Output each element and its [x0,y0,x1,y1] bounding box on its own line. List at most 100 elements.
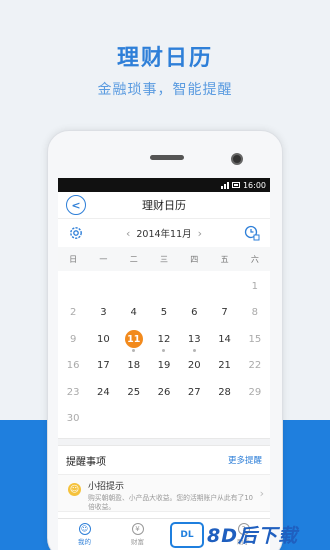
day-number: 19 [157,360,171,372]
nav-bar: < 理财日历 [58,192,270,219]
phone-speaker [150,155,184,160]
calendar-day[interactable]: 1 [240,273,270,300]
day-number: 2 [69,307,77,319]
calendar-day[interactable]: 9 [58,326,88,353]
day-number: 4 [130,307,137,319]
weekday-label: 一 [99,254,108,264]
more-reminders-link[interactable]: 更多提醒 [228,454,262,466]
day-number: 16 [66,360,80,372]
calendar-day-empty [179,273,209,300]
day-number: 17 [97,360,110,372]
day-number: 7 [221,307,228,319]
calendar-day[interactable]: 6 [179,300,209,327]
watermark-logo: DL [170,521,204,548]
day-number: 28 [218,386,231,398]
day-number: 23 [66,386,80,398]
day-number: 18 [127,360,141,372]
reminder-clock-icon[interactable] [244,225,260,241]
calendar-day[interactable]: 29 [240,379,270,406]
event-dot [162,348,166,352]
event-dot [192,348,196,352]
back-button[interactable]: < [66,195,86,215]
calendar-day-empty [209,273,239,300]
settings-gear-icon[interactable] [68,225,84,241]
hero-subtitle: 金融琐事，智能提醒 [97,82,233,98]
calendar-day[interactable]: 22 [240,353,270,380]
tab-1[interactable]: ¥ 财富 [111,519,164,550]
reminders-header: 提醒事项 更多提醒 [58,446,270,474]
calendar-day[interactable]: 12 [149,326,179,353]
day-number: 27 [187,386,201,398]
calendar-day[interactable]: 28 [209,379,239,406]
day-number: 20 [187,360,201,372]
calendar-day[interactable]: 2 [58,300,88,327]
day-number: 15 [248,333,262,345]
calendar-day-empty [88,273,118,300]
calendar-day[interactable]: 21 [209,353,239,380]
tip-title: 小招提示 [88,482,125,492]
day-number: 1 [251,280,259,292]
day-number: 10 [97,333,110,345]
day-number: 30 [66,413,80,425]
day-number: 6 [191,307,198,319]
day-number: 26 [157,386,171,398]
nav-title: 理财日历 [142,199,186,212]
day-number: 25 [127,386,141,398]
day-number: 3 [100,307,107,319]
calendar-day[interactable]: 18 [119,353,149,380]
calendar-day[interactable]: 10 [88,326,118,353]
day-number: 13 [187,333,201,345]
calendar-day[interactable]: 8 [240,300,270,327]
calendar-day[interactable]: 13 [179,326,209,353]
calendar-day[interactable]: 3 [88,300,118,327]
calendar-day[interactable]: 5 [149,300,179,327]
calendar-day[interactable]: 7 [209,300,239,327]
calendar-day[interactable]: 14 [209,326,239,353]
prev-month-button[interactable]: ‹ [126,227,130,240]
calendar-day-today[interactable]: 11 [119,326,149,353]
calendar-day[interactable]: 24 [88,379,118,406]
day-number: 8 [251,307,259,319]
next-month-button[interactable]: › [198,227,202,240]
weekday-header: 日一二三四五六 [58,247,270,271]
calendar-day-empty [149,273,179,300]
phone-camera [231,153,243,165]
tip-card[interactable]: ☺ 小招提示 购买朝朝盈、小产品大收益。您的活期账户从此有了10倍收益。 › [58,474,270,512]
chevron-left-icon: < [71,198,81,212]
yen-icon: ¥ [131,523,144,535]
section-divider [58,438,270,446]
battery-icon [231,182,240,188]
status-time: 16:00 [242,180,266,190]
calendar-day[interactable]: 4 [119,300,149,327]
calendar-day[interactable]: 30 [58,406,88,433]
weekday-label: 六 [250,254,259,264]
tab-label: 我的 [78,538,91,546]
weekday-label: 二 [129,254,138,264]
month-label: 2014年11月 [136,229,192,240]
day-number: 9 [69,333,77,345]
calendar-day[interactable]: 16 [58,353,88,380]
calendar-grid: 1 2 3 4 5 6 7 8 9 10 11 12 13 14 15 16 17 18 19 20 21 22 23 24 2… [58,271,270,432]
calendar-day[interactable]: 20 [179,353,209,380]
weekday-label: 日 [69,254,78,264]
day-number: 21 [218,360,231,372]
status-bar: 16:00 [58,178,270,192]
reminders-title: 提醒事项 [66,456,106,468]
weekday-label: 三 [159,254,168,264]
app-screen: 16:00 < 理财日历 ‹ 2014年11月 › 日一二三四五六 123456… [58,178,270,550]
day-number: 12 [157,333,171,345]
calendar-day[interactable]: 17 [88,353,118,380]
calendar-day[interactable]: 25 [119,379,149,406]
event-dot [132,348,136,352]
calendar-day[interactable]: 26 [149,379,179,406]
calendar-day[interactable]: 15 [240,326,270,353]
day-number: 14 [218,333,231,345]
calendar-day[interactable]: 23 [58,379,88,406]
calendar-day[interactable]: 27 [179,379,209,406]
calendar-day[interactable]: 19 [149,353,179,380]
signal-icon [220,181,229,189]
tab-0[interactable]: ☺ 我的 [58,519,111,550]
day-number: 22 [248,360,262,372]
day-number: 11 [124,330,143,349]
calendar-day-empty [58,273,88,300]
